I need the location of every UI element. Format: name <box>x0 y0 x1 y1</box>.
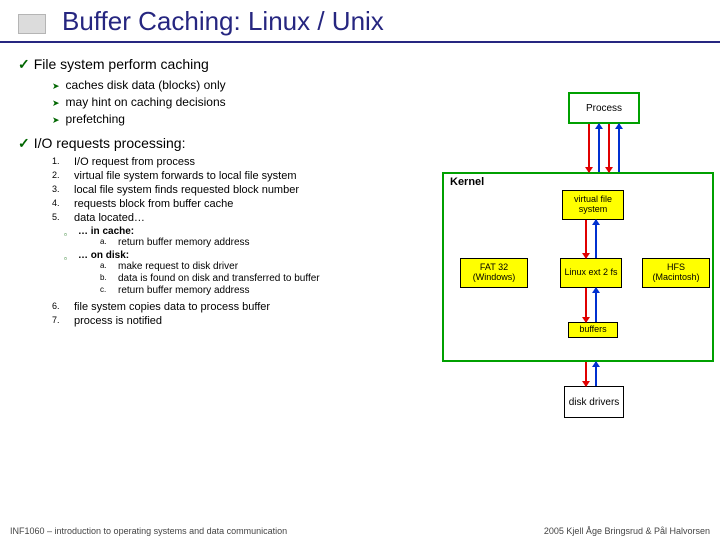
fat-box: FAT 32 (Windows) <box>460 258 528 288</box>
list-item: b.data is found on disk and transferred … <box>100 273 320 284</box>
list-item: c.return buffer memory address <box>100 285 320 296</box>
diagram: Process Kernel virtual file system FAT 3… <box>404 72 714 472</box>
arrow-up-icon <box>595 288 597 322</box>
list-item: a.make request to disk driver <box>100 261 320 272</box>
footer-left: INF1060 – introduction to operating syst… <box>10 526 287 536</box>
arrow-icon: ➤ <box>52 115 60 125</box>
arrow-up-icon <box>595 362 597 386</box>
arrow-down-icon <box>585 288 587 322</box>
disk-box: disk drivers <box>564 386 624 418</box>
title-bar: Buffer Caching: Linux / Unix <box>0 0 720 43</box>
arrow-up-icon <box>595 220 597 258</box>
hfs-box: HFS (Macintosh) <box>642 258 710 288</box>
arrow-down-icon <box>585 220 587 258</box>
process-box: Process <box>568 92 640 124</box>
footer-right: 2005 Kjell Åge Bringsrud & Pål Halvorsen <box>544 526 710 536</box>
arrow-icon: ➤ <box>52 98 60 108</box>
arrow-up-icon <box>618 124 620 172</box>
section-heading: ✓File system perform caching <box>18 56 478 73</box>
arrow-up-icon <box>598 124 600 172</box>
vfs-box: virtual file system <box>562 190 624 220</box>
check-icon: ✓ <box>18 135 30 151</box>
arrow-down-icon <box>588 124 590 172</box>
list-item: a.return buffer memory address <box>100 237 250 248</box>
arrow-down-icon <box>608 124 610 172</box>
slide-title: Buffer Caching: Linux / Unix <box>62 6 720 37</box>
buffers-box: buffers <box>568 322 618 338</box>
square-icon: ▫ <box>64 230 67 239</box>
arrow-icon: ➤ <box>52 81 60 91</box>
kernel-label: Kernel <box>450 176 484 188</box>
square-icon: ▫ <box>64 254 67 263</box>
footer: INF1060 – introduction to operating syst… <box>10 526 710 536</box>
check-icon: ✓ <box>18 56 30 72</box>
ext-box: Linux ext 2 fs <box>560 258 622 288</box>
arrow-down-icon <box>585 362 587 386</box>
